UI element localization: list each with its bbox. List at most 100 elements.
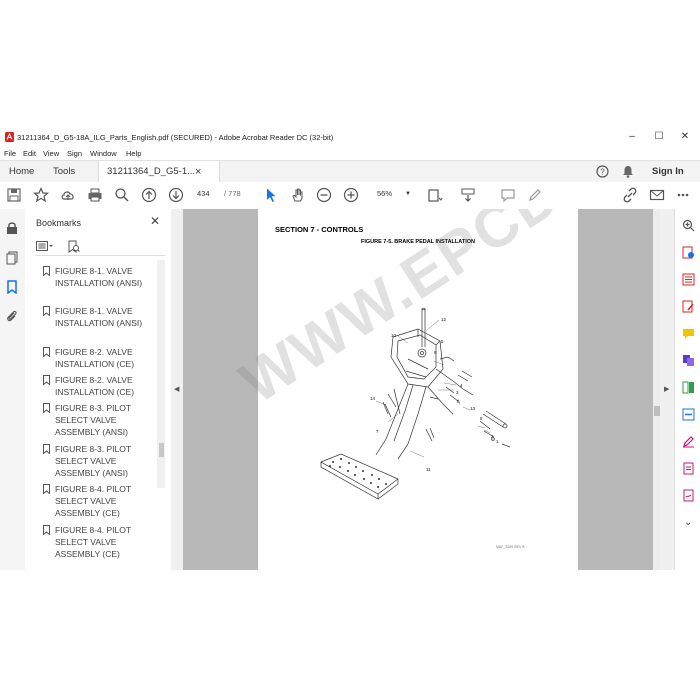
tab-document-label: 31211364_D_G5-1... xyxy=(107,166,196,177)
more-options-icon[interactable] xyxy=(675,187,691,203)
close-window-button[interactable]: ✕ xyxy=(677,130,693,144)
bookmark-item[interactable]: FIGURE 8-4. PILOT SELECT VALVE ASSEMBLY … xyxy=(43,524,155,561)
previous-page-icon[interactable] xyxy=(141,187,157,203)
bookmark-label: FIGURE 8-4. PILOT SELECT VALVE ASSEMBLY … xyxy=(55,525,131,560)
send-for-signature-icon[interactable] xyxy=(682,489,695,502)
callout-4: 4 xyxy=(460,383,463,388)
menu-window[interactable]: Window xyxy=(90,149,117,158)
help-icon[interactable]: ? xyxy=(596,165,609,178)
tab-tools[interactable]: Tools xyxy=(53,161,75,183)
email-icon[interactable] xyxy=(649,187,665,203)
bookmark-item[interactable]: FIGURE 8-4. PILOT SELECT VALVE ASSEMBLY … xyxy=(43,483,155,520)
bookmark-item[interactable]: FIGURE 8-2. VALVE INSTALLATION (CE) xyxy=(43,346,155,370)
next-page-icon[interactable] xyxy=(168,187,184,203)
fill-sign-icon[interactable] xyxy=(682,435,695,448)
callout-8: 8 xyxy=(480,416,483,421)
bookmarks-panel-title: Bookmarks xyxy=(36,218,82,228)
zoom-dropdown-chevron-icon[interactable]: ▼ xyxy=(405,191,411,197)
zoom-level-select[interactable]: 56% xyxy=(377,189,392,198)
callout-3: 3 xyxy=(456,390,459,395)
bookmark-flag-icon xyxy=(43,266,50,276)
select-cursor-icon[interactable] xyxy=(263,187,279,203)
bookmark-label: FIGURE 8-4. PILOT SELECT VALVE ASSEMBLY … xyxy=(55,484,131,519)
callout-7: 7 xyxy=(376,429,379,434)
expand-tools-chevron-icon[interactable]: ⌄ xyxy=(684,517,692,528)
share-link-icon[interactable] xyxy=(622,187,638,203)
menu-file[interactable]: File xyxy=(4,149,16,158)
sign-in-link[interactable]: Sign In xyxy=(652,161,684,183)
page-thumbnails-icon[interactable] xyxy=(5,251,19,265)
cloud-upload-icon[interactable] xyxy=(60,187,76,203)
tab-home[interactable]: Home xyxy=(9,161,34,183)
bookmark-label: FIGURE 8-2. VALVE INSTALLATION (CE) xyxy=(55,375,135,398)
page-fit-icon[interactable] xyxy=(427,187,443,203)
page-total: / 778 xyxy=(224,189,241,198)
menu-edit[interactable]: Edit xyxy=(23,149,36,158)
bookmark-flag-icon xyxy=(43,306,50,316)
comment-icon[interactable] xyxy=(500,187,516,203)
lock-icon[interactable] xyxy=(5,221,19,235)
collapse-left-chevron-icon[interactable]: ◀ xyxy=(174,385,179,393)
collapse-right-chevron-icon[interactable]: ▶ xyxy=(664,385,669,393)
callout-12: 12 xyxy=(441,317,447,322)
bookmark-options-icon[interactable] xyxy=(36,241,54,252)
bookmark-flag-icon xyxy=(43,484,50,494)
callout-5: 5 xyxy=(441,339,444,344)
bookmark-flag-icon xyxy=(43,403,50,413)
export-pdf-icon[interactable] xyxy=(682,246,695,259)
zoom-search-icon[interactable] xyxy=(114,187,130,203)
left-navigation-rail xyxy=(0,209,26,570)
callout-14: 14 xyxy=(370,396,376,401)
bookmark-label: FIGURE 8-1. VALVE INSTALLATION (ANSI) xyxy=(55,266,143,289)
bookmarks-scrollbar-thumb[interactable] xyxy=(159,443,164,457)
find-bookmark-icon[interactable] xyxy=(68,240,80,253)
panel-splitter[interactable]: ◀ xyxy=(171,209,183,570)
scan-ocr-icon[interactable] xyxy=(682,408,695,421)
main-toolbar: 434 / 778 56% ▼ xyxy=(0,182,700,210)
protect-pdf-icon[interactable] xyxy=(682,462,695,475)
highlight-pen-icon[interactable] xyxy=(527,187,543,203)
menu-help[interactable]: Help xyxy=(126,149,141,158)
maximize-button[interactable]: ☐ xyxy=(651,130,667,144)
notification-bell-icon[interactable] xyxy=(622,165,634,178)
bookmark-star-icon[interactable] xyxy=(33,187,49,203)
bookmarks-toolbar xyxy=(35,239,165,256)
callout-13: 13 xyxy=(470,406,476,411)
save-icon[interactable] xyxy=(6,187,22,203)
bookmark-item[interactable]: FIGURE 8-1. VALVE INSTALLATION (ANSI) xyxy=(43,265,155,289)
bookmarks-panel-icon[interactable] xyxy=(5,280,19,294)
bookmark-item[interactable]: FIGURE 8-2. VALVE INSTALLATION (CE) xyxy=(43,374,155,398)
menu-view[interactable]: View xyxy=(43,149,59,158)
window-title: 31211364_D_G5-18A_ILG_Parts_English.pdf … xyxy=(17,133,334,142)
comment-tool-icon[interactable] xyxy=(682,327,695,340)
minimize-button[interactable]: – xyxy=(624,130,640,144)
menu-sign[interactable]: Sign xyxy=(67,149,82,158)
tab-document[interactable]: 31211364_D_G5-1... × xyxy=(98,161,220,183)
bookmark-item[interactable]: FIGURE 8-3. PILOT SELECT VALVE ASSEMBLY … xyxy=(43,443,155,480)
scroll-mode-icon[interactable] xyxy=(460,187,476,203)
attachment-paperclip-icon[interactable] xyxy=(5,309,19,323)
acrobat-logo-icon xyxy=(5,132,14,142)
bookmark-list: FIGURE 8-1. VALVE INSTALLATION (ANSI) FI… xyxy=(25,261,161,570)
tab-close-icon[interactable]: × xyxy=(195,161,201,183)
bookmark-item[interactable]: FIGURE 8-1. VALVE INSTALLATION (ANSI) xyxy=(43,305,155,329)
edit-pdf-icon[interactable] xyxy=(682,300,695,313)
hand-tool-icon[interactable] xyxy=(290,187,306,203)
print-icon[interactable] xyxy=(87,187,103,203)
close-bookmarks-button[interactable]: ✕ xyxy=(150,214,160,228)
bookmark-label: FIGURE 8-2. VALVE INSTALLATION (CE) xyxy=(55,347,135,370)
page-number-input[interactable]: 434 xyxy=(197,189,210,198)
right-splitter[interactable]: ▶ xyxy=(660,209,674,570)
create-pdf-icon[interactable] xyxy=(682,273,695,286)
bookmark-item[interactable]: FIGURE 8-3. PILOT SELECT VALVE ASSEMBLY … xyxy=(43,402,155,439)
callout-1: 1 xyxy=(496,439,499,444)
bookmark-flag-icon xyxy=(43,525,50,535)
combine-files-icon[interactable] xyxy=(682,354,695,367)
zoom-in-icon[interactable] xyxy=(343,187,359,203)
right-tools-rail: ⌄ xyxy=(674,209,700,570)
zoom-tool-icon[interactable] xyxy=(682,219,695,232)
zoom-out-icon[interactable] xyxy=(316,187,332,203)
organize-pages-icon[interactable] xyxy=(682,381,695,394)
callout-11: 11 xyxy=(426,467,431,472)
bookmark-label: FIGURE 8-1. VALVE INSTALLATION (ANSI) xyxy=(55,306,143,329)
